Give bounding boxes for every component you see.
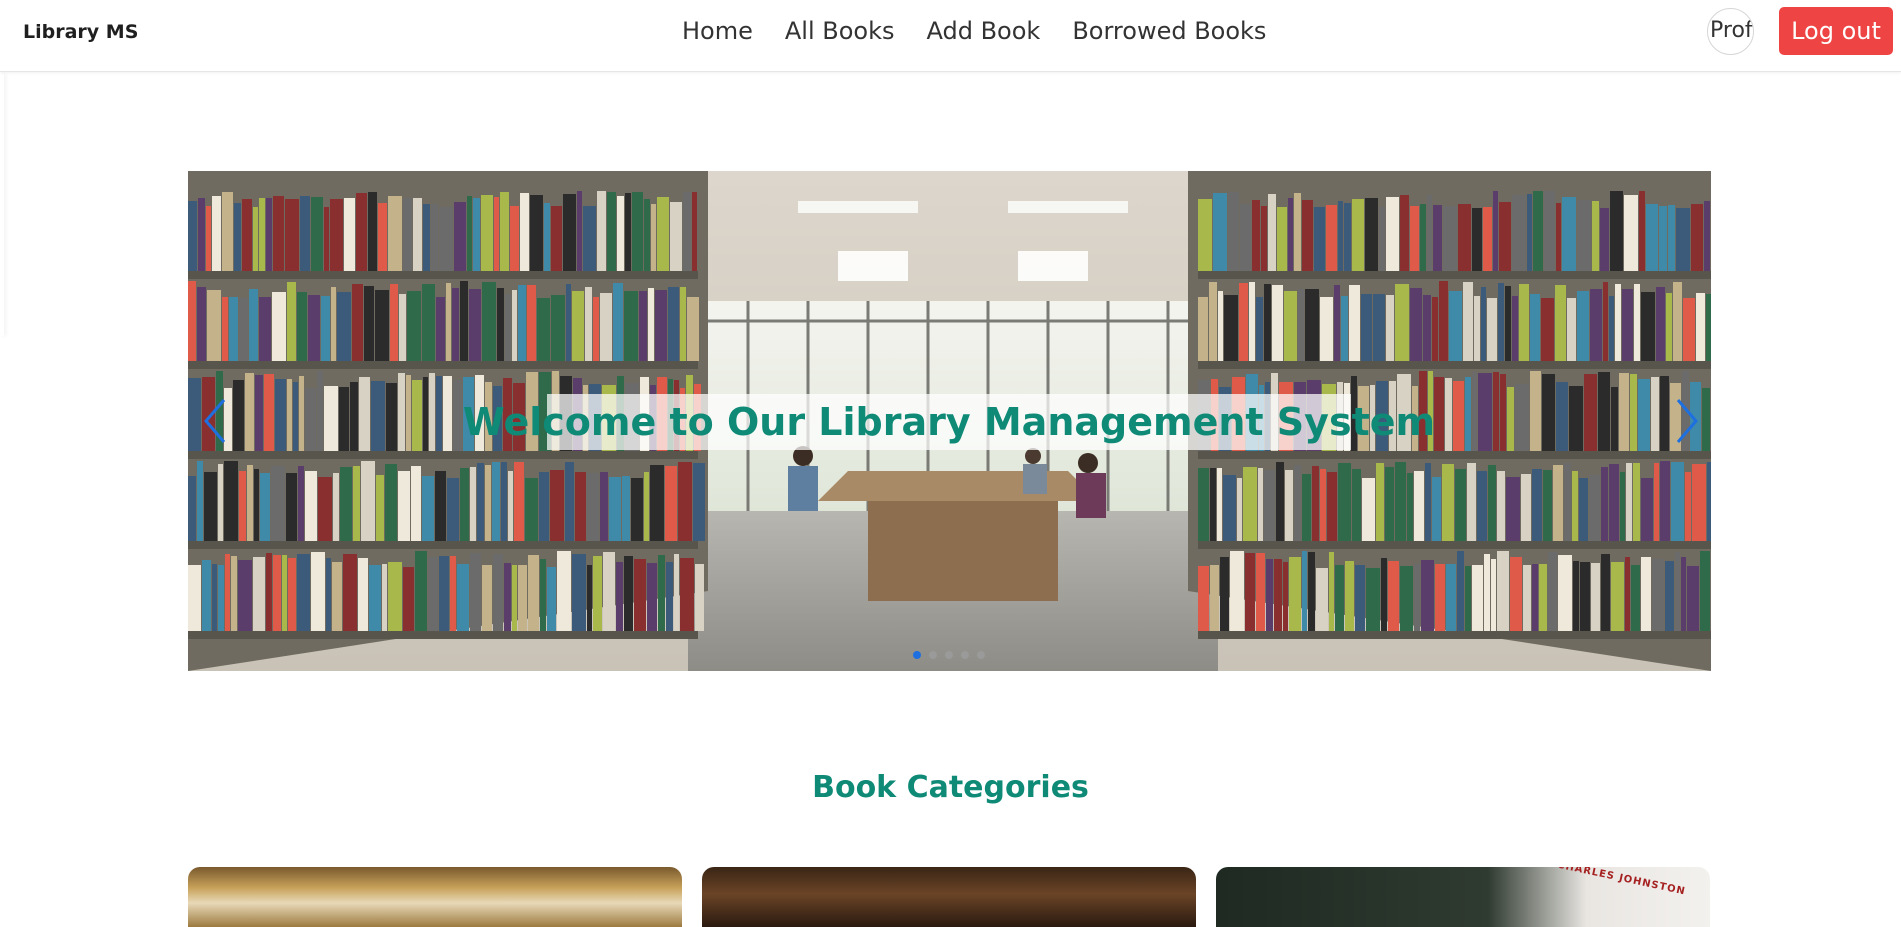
carousel-indicators (913, 651, 985, 659)
brand-logo[interactable]: Library MS (23, 21, 138, 43)
nav-link-borrowed-books[interactable]: Borrowed Books (1072, 17, 1266, 45)
nav-link-all-books[interactable]: All Books (785, 17, 895, 45)
profile-button[interactable]: Profile (1707, 8, 1754, 55)
nav-link-add-book[interactable]: Add Book (927, 17, 1041, 45)
carousel-prev-button[interactable] (196, 396, 236, 446)
logout-button[interactable]: Log out (1779, 7, 1893, 55)
category-cards: CHARLES JOHNSTON (188, 867, 1710, 927)
carousel-caption: Welcome to Our Library Management System (463, 394, 1435, 450)
category-card-3[interactable]: CHARLES JOHNSTON (1216, 867, 1710, 927)
category-card-1[interactable] (188, 867, 682, 927)
carousel-dot-3[interactable] (945, 651, 953, 659)
hero-carousel: Welcome to Our Library Management System (188, 171, 1711, 671)
carousel-next-button[interactable] (1666, 396, 1706, 446)
category-card-2[interactable] (702, 867, 1196, 927)
carousel-dot-5[interactable] (977, 651, 985, 659)
chevron-left-icon (204, 399, 226, 443)
side-edge (0, 74, 4, 336)
carousel-dot-1[interactable] (913, 651, 921, 659)
chevron-right-icon (1676, 399, 1698, 443)
navbar: Library MS Home All Books Add Book Borro… (0, 0, 1901, 72)
nav-links: Home All Books Add Book Borrowed Books (682, 17, 1266, 45)
section-title-book-categories: Book Categories (812, 770, 1089, 805)
carousel-dot-2[interactable] (929, 651, 937, 659)
hero-heading: Welcome to Our Library Management System (462, 400, 1436, 444)
card-image-text: CHARLES JOHNSTON (1556, 867, 1687, 898)
carousel-dot-4[interactable] (961, 651, 969, 659)
nav-link-home[interactable]: Home (682, 17, 753, 45)
